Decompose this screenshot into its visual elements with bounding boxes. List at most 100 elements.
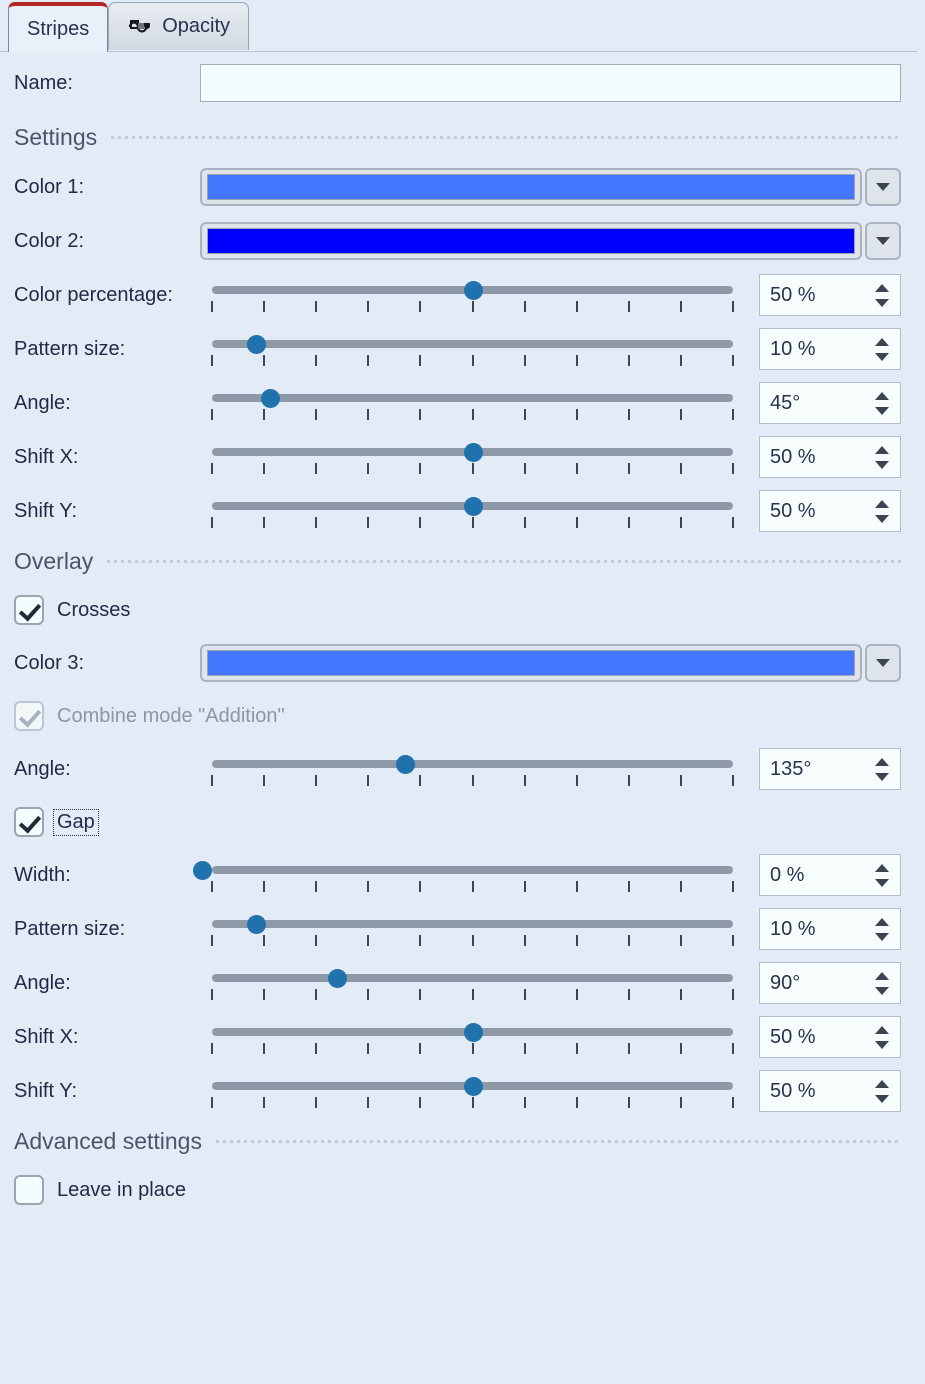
spinbox[interactable]: 135° <box>759 748 901 790</box>
spinbox-increment-icon[interactable] <box>875 757 889 766</box>
color1-dropdown-button[interactable] <box>865 168 901 206</box>
spinbox-increment-icon[interactable] <box>875 391 889 400</box>
slider-label: Shift X: <box>14 445 79 468</box>
spinbox-arrows <box>875 1079 892 1103</box>
spinbox-decrement-icon[interactable] <box>875 1094 889 1103</box>
spinbox[interactable]: 50 % <box>759 274 901 316</box>
section-divider <box>111 135 901 139</box>
section-divider <box>107 559 901 563</box>
slider-track[interactable] <box>212 920 733 928</box>
crosses-checkbox-row[interactable]: Crosses <box>0 584 915 636</box>
slider-handle[interactable] <box>328 969 348 988</box>
color1-field[interactable] <box>200 168 862 206</box>
slider-track[interactable] <box>212 394 733 402</box>
tab-stripes[interactable]: Stripes <box>8 2 109 53</box>
spinbox-decrement-icon[interactable] <box>875 986 889 995</box>
color3-swatch <box>207 650 855 676</box>
slider[interactable] <box>202 273 743 317</box>
spinbox-increment-icon[interactable] <box>875 445 889 454</box>
color2-dropdown-button[interactable] <box>865 222 901 260</box>
combine-mode-checkbox <box>14 701 44 731</box>
slider-ticks <box>211 355 734 367</box>
name-input[interactable] <box>200 64 901 102</box>
spinbox-increment-icon[interactable] <box>875 917 889 926</box>
spinbox-value: 90° <box>770 971 801 994</box>
color2-label: Color 2: <box>14 229 85 252</box>
spinbox-decrement-icon[interactable] <box>875 932 889 941</box>
slider-handle[interactable] <box>260 389 280 408</box>
slider-track[interactable] <box>212 974 733 982</box>
gap-checkbox-row[interactable]: Gap <box>0 796 915 848</box>
slider-handle[interactable] <box>247 915 267 934</box>
color2-selector <box>200 222 901 260</box>
spinbox[interactable]: 45° <box>759 382 901 424</box>
spinbox-value: 50 % <box>770 1025 816 1048</box>
color2-field[interactable] <box>200 222 862 260</box>
tab-opacity[interactable]: Opacity <box>108 2 250 50</box>
slider-handle[interactable] <box>463 497 483 516</box>
slider-handle[interactable] <box>395 755 415 774</box>
spinbox[interactable]: 10 % <box>759 908 901 950</box>
spinbox-decrement-icon[interactable] <box>875 352 889 361</box>
spinbox-increment-icon[interactable] <box>875 499 889 508</box>
slider[interactable] <box>202 381 743 425</box>
spinbox[interactable]: 10 % <box>759 328 901 370</box>
spinbox[interactable]: 50 % <box>759 1016 901 1058</box>
slider-ticks <box>211 409 734 421</box>
color3-field[interactable] <box>200 644 862 682</box>
slider[interactable] <box>202 489 743 533</box>
slider[interactable] <box>202 961 743 1005</box>
slider-label: Color percentage: <box>14 283 173 306</box>
spinbox-increment-icon[interactable] <box>875 337 889 346</box>
spinbox-decrement-icon[interactable] <box>875 298 889 307</box>
color3-dropdown-button[interactable] <box>865 644 901 682</box>
spinbox[interactable]: 50 % <box>759 490 901 532</box>
spinbox[interactable]: 50 % <box>759 1070 901 1112</box>
spinbox[interactable]: 90° <box>759 962 901 1004</box>
gap-checkbox[interactable] <box>14 807 44 837</box>
color1-label: Color 1: <box>14 175 85 198</box>
slider-handle[interactable] <box>463 1077 483 1096</box>
section-overlay-title: Overlay <box>14 547 94 574</box>
spinbox-decrement-icon[interactable] <box>875 514 889 523</box>
gap-slider-list: Width: 0 % Pattern size: 10 % Angle: 90° Shift… <box>0 848 915 1118</box>
crosses-checkbox[interactable] <box>14 595 44 625</box>
spinbox-increment-icon[interactable] <box>875 1079 889 1088</box>
spinbox-decrement-icon[interactable] <box>875 772 889 781</box>
spinbox[interactable]: 0 % <box>759 854 901 896</box>
leave-in-place-checkbox-row[interactable]: Leave in place <box>0 1164 915 1216</box>
slider-row: Color percentage: 50 % <box>0 268 915 322</box>
slider-ticks <box>211 301 734 313</box>
spinbox-decrement-icon[interactable] <box>875 878 889 887</box>
slider[interactable] <box>202 747 743 791</box>
spinbox-increment-icon[interactable] <box>875 283 889 292</box>
slider[interactable] <box>202 907 743 951</box>
slider-track[interactable] <box>212 866 733 874</box>
spinbox-increment-icon[interactable] <box>875 971 889 980</box>
leave-in-place-checkbox[interactable] <box>14 1175 44 1205</box>
slider-ticks <box>211 463 734 475</box>
spinbox-increment-icon[interactable] <box>875 863 889 872</box>
slider[interactable] <box>193 853 743 897</box>
slider[interactable] <box>202 327 743 371</box>
slider-handle[interactable] <box>463 1023 483 1042</box>
spinbox-decrement-icon[interactable] <box>875 460 889 469</box>
slider-track[interactable] <box>212 340 733 348</box>
spinbox-value: 50 % <box>770 1079 816 1102</box>
spinbox-increment-icon[interactable] <box>875 1025 889 1034</box>
slider-handle[interactable] <box>193 861 212 880</box>
spinbox-decrement-icon[interactable] <box>875 1040 889 1049</box>
spinbox-decrement-icon[interactable] <box>875 406 889 415</box>
slider-handle[interactable] <box>463 281 483 300</box>
slider[interactable] <box>202 1015 743 1059</box>
slider-row: Shift X: 50 % <box>0 1010 915 1064</box>
slider-handle[interactable] <box>247 335 267 354</box>
slider-ticks <box>211 881 734 893</box>
section-divider <box>215 1139 901 1143</box>
spinbox-value: 50 % <box>770 499 816 522</box>
slider[interactable] <box>202 1069 743 1113</box>
slider[interactable] <box>202 435 743 479</box>
slider-handle[interactable] <box>463 443 483 462</box>
spinbox[interactable]: 50 % <box>759 436 901 478</box>
slider-track[interactable] <box>212 760 733 768</box>
